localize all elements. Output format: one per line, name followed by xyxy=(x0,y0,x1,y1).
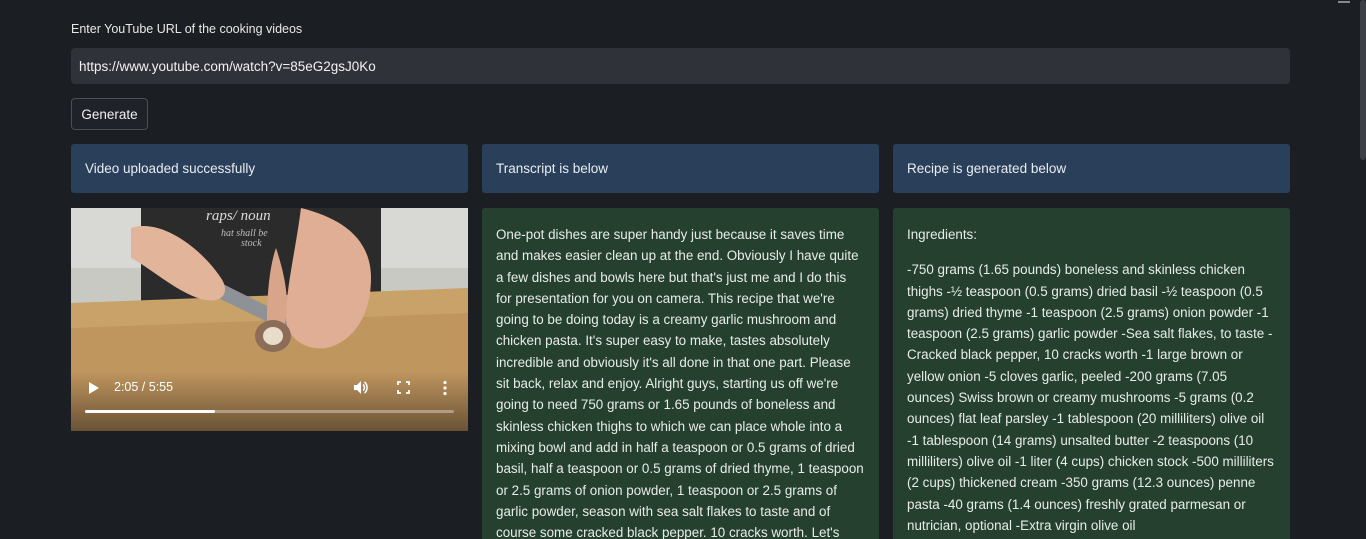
fullscreen-icon[interactable] xyxy=(397,381,410,394)
recipe-header: Recipe is generated below xyxy=(893,144,1290,193)
more-options-icon[interactable] xyxy=(442,380,448,396)
app-page: Enter YouTube URL of the cooking videos … xyxy=(0,0,1366,539)
transcript-panel: One-pot dishes are super handy just beca… xyxy=(482,208,879,539)
volume-icon[interactable] xyxy=(353,380,369,395)
svg-text:stock: stock xyxy=(241,238,262,249)
generate-button[interactable]: Generate xyxy=(71,98,148,130)
ingredients-title: Ingredients: xyxy=(907,227,977,242)
window-minimize-icon[interactable] xyxy=(1338,0,1350,3)
youtube-url-input[interactable] xyxy=(71,48,1290,84)
video-progress-fill xyxy=(85,410,216,413)
transcript-text: One-pot dishes are super handy just beca… xyxy=(496,227,864,539)
svg-text:raps/ noun: raps/ noun xyxy=(206,208,271,224)
recipe-panel: Ingredients: -750 grams (1.65 pounds) bo… xyxy=(893,208,1290,539)
video-status-header: Video uploaded successfully xyxy=(71,144,468,193)
page-scrollbar[interactable] xyxy=(1360,0,1366,160)
transcript-header: Transcript is below xyxy=(482,144,879,193)
ingredients-text: -750 grams (1.65 pounds) boneless and sk… xyxy=(907,262,1274,533)
video-time: 2:05 / 5:55 xyxy=(114,380,174,394)
video-progress-bar[interactable] xyxy=(85,410,454,413)
url-label: Enter YouTube URL of the cooking videos xyxy=(71,22,303,36)
video-player[interactable]: raps/ noun hat shall be stock 2:05 / 5:5… xyxy=(71,208,468,431)
play-icon[interactable] xyxy=(88,381,100,395)
